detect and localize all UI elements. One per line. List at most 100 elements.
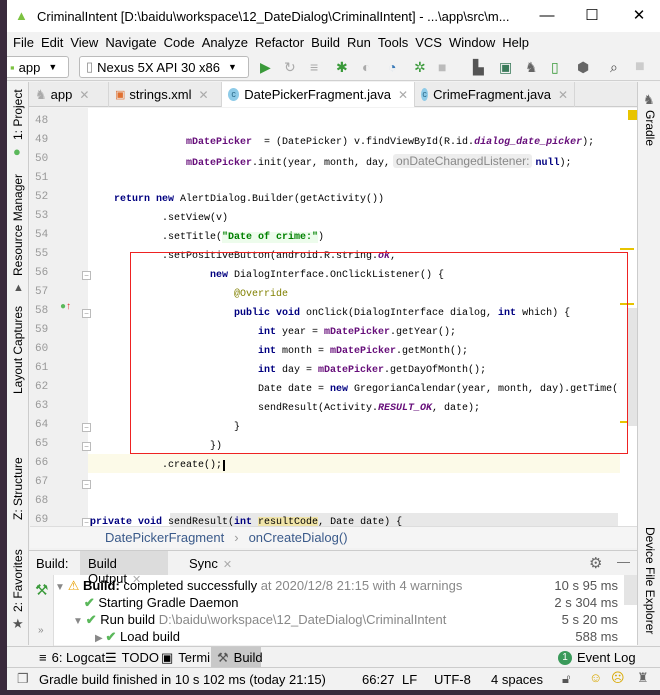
gear-icon[interactable]: ⚙ — [589, 554, 602, 572]
tool-event-log[interactable]: 1 Event Log — [552, 647, 642, 668]
menu-run[interactable]: Run — [347, 35, 371, 50]
project-structure-icon[interactable]: ▙ — [473, 59, 484, 75]
build-scrollbar[interactable] — [624, 575, 637, 605]
tab-build-output[interactable]: Build Output ✕ — [80, 551, 168, 586]
close-icon[interactable]: ✕ — [223, 559, 232, 571]
menu-navigate[interactable]: Navigate — [105, 35, 156, 50]
hammer-icon[interactable]: ⚒ — [35, 581, 48, 599]
indent-setting[interactable]: 4 spaces — [491, 672, 543, 687]
tab-strings-xml[interactable]: ▣ strings.xml ✕ — [109, 82, 222, 107]
menu-window[interactable]: Window — [449, 35, 495, 50]
implements-marker-icon[interactable]: ●↑ — [60, 301, 71, 312]
expand-arrow-icon[interactable]: ▼ — [73, 616, 86, 627]
tab-app[interactable]: ♞ app ✕ — [29, 82, 109, 107]
minimize-panel-icon[interactable]: — — [617, 554, 630, 569]
close-button[interactable]: ✕ — [629, 6, 649, 26]
tool-favorites[interactable]: 2: Favorites — [11, 549, 25, 612]
build-row-detail: D:\baidu\workspace\12_DateDialog\Crimina… — [155, 612, 447, 627]
debug-icon[interactable]: ✱ — [336, 59, 348, 75]
terminal-window-icon[interactable]: ▣ — [499, 59, 512, 75]
tool-layout-captures[interactable]: Layout Captures — [11, 306, 25, 394]
build-tree-row[interactable]: ▼ ✔ Run build D:\baidu\workspace\12_Date… — [73, 612, 618, 629]
breadcrumb-method[interactable]: onCreateDialog() — [249, 530, 348, 545]
maximize-button[interactable]: ☐ — [582, 6, 602, 26]
code-editor[interactable]: 48 49 50 51 52 53 54 55 56−57 58−59 60 61 62 63 64−65−… — [30, 108, 637, 526]
debug-attach-icon[interactable]: ✲ — [414, 59, 426, 75]
tab-sync[interactable]: Sync ✕ — [189, 556, 232, 571]
close-icon[interactable]: ✕ — [199, 88, 209, 102]
line-number: 52 — [35, 191, 49, 203]
code-token: .create(); — [162, 460, 223, 471]
tool-resource-manager[interactable]: Resource Manager — [11, 174, 25, 276]
line-number: 54 — [35, 229, 49, 241]
build-tree-row[interactable]: ▼ ⚠ Build: completed successfully at 202… — [55, 578, 618, 595]
tool-device-file-explorer[interactable]: Device File Explorer — [643, 527, 657, 634]
tab-datepickerfragment[interactable]: c DatePickerFragment.java ✕ — [222, 82, 415, 107]
text-cursor: ​ — [223, 460, 226, 471]
tool-gradle[interactable]: Gradle — [643, 110, 657, 146]
device-select[interactable]: ▯ Nexus 5X API 30 x86 ▼ — [79, 56, 249, 78]
sad-face-icon[interactable]: ☹ — [611, 670, 625, 686]
warning-marker[interactable] — [628, 110, 637, 120]
tab-label: app — [50, 87, 73, 102]
tab-crimefragment[interactable]: c CrimeFragment.java ✕ — [415, 82, 575, 107]
smiley-icon[interactable]: ☺ — [589, 670, 602, 685]
menu-build[interactable]: Build — [311, 35, 340, 50]
module-select[interactable]: ▪ app ▼ — [7, 56, 69, 78]
hammer-icon: ⚒ — [217, 649, 229, 665]
tool-project[interactable]: 1: Project — [11, 89, 25, 140]
menu-refactor[interactable]: Refactor — [255, 35, 304, 50]
expand-arrow-icon[interactable]: ▶ — [95, 633, 105, 644]
panel-toggle-icon[interactable]: ❐ — [17, 671, 29, 687]
menu-analyze[interactable]: Analyze — [202, 35, 248, 50]
code-token: mDatePicker — [186, 158, 253, 169]
build-row-duration: 10 s 95 ms — [554, 578, 618, 593]
menu-help[interactable]: Help — [502, 35, 529, 50]
line-separator[interactable]: LF — [402, 672, 417, 687]
editor-tabs: ♞ app ✕ ▣ strings.xml ✕ c DatePickerFragment.… — [29, 82, 637, 107]
code-token: sendResult( — [168, 517, 235, 526]
inlay-hint: onDateChangedListener: — [393, 154, 533, 168]
tool-label: Build — [233, 650, 263, 665]
profile-icon[interactable]: ◔ — [388, 59, 396, 75]
status-message[interactable]: Gradle build finished in 10 s 102 ms (to… — [39, 672, 326, 687]
search-icon[interactable]: ⌕ — [610, 59, 618, 75]
scrollbar-thumb[interactable] — [627, 308, 637, 426]
close-icon[interactable]: ✕ — [398, 88, 408, 102]
attach-debugger-icon[interactable]: ◐ — [362, 59, 370, 75]
gradle-icon: ♞ — [643, 92, 655, 107]
line-number: 63 — [35, 400, 49, 412]
build-tree-row[interactable]: ✔ Starting Gradle Daemon 2 s 304 ms — [73, 595, 618, 612]
menu-tools[interactable]: Tools — [378, 35, 408, 50]
minimize-button[interactable]: — — [537, 6, 557, 26]
menu-edit[interactable]: Edit — [41, 35, 63, 50]
sdk-manager-icon[interactable]: ⬢ — [577, 59, 589, 75]
menu-view[interactable]: View — [70, 35, 98, 50]
run-icon[interactable]: ▶ — [260, 59, 271, 75]
apply-changes-icon[interactable]: ↻ — [284, 59, 296, 75]
code-token: AlertDialog.Builder(getActivity()) — [180, 194, 385, 205]
file-encoding[interactable]: UTF-8 — [434, 672, 471, 687]
tool-structure[interactable]: Z: Structure — [11, 457, 25, 520]
tool-build[interactable]: ⚒ Build — [211, 647, 263, 668]
apply-code-changes-icon[interactable]: ≡ — [310, 59, 318, 75]
gradle-sync-icon[interactable]: ♞ — [525, 59, 538, 75]
avd-manager-icon[interactable]: ▯ — [551, 59, 559, 75]
menu-file[interactable]: File — [13, 35, 34, 50]
lock-icon[interactable]: 🔓︎ — [562, 671, 570, 687]
stop-icon[interactable]: ■ — [438, 59, 446, 75]
expand-arrow-icon[interactable]: ▼ — [55, 582, 68, 593]
more-icon[interactable]: » — [38, 625, 44, 636]
build-tree-row[interactable]: ▶ ✔ Load build 588 ms — [95, 629, 618, 646]
close-icon[interactable]: ✕ — [558, 88, 568, 102]
menu-code[interactable]: Code — [164, 35, 195, 50]
caret-position[interactable]: 66:27 — [362, 672, 395, 687]
line-number: 60 — [35, 343, 49, 355]
user-avatar-icon[interactable]: ■ — [635, 59, 645, 75]
memory-indicator-icon[interactable]: ♜ — [637, 670, 649, 686]
line-number: 68 — [35, 495, 49, 507]
menu-vcs[interactable]: VCS — [415, 35, 442, 50]
warning-stripe[interactable] — [620, 248, 634, 250]
breadcrumb-class[interactable]: DatePickerFragment — [105, 530, 224, 545]
close-icon[interactable]: ✕ — [79, 88, 89, 102]
